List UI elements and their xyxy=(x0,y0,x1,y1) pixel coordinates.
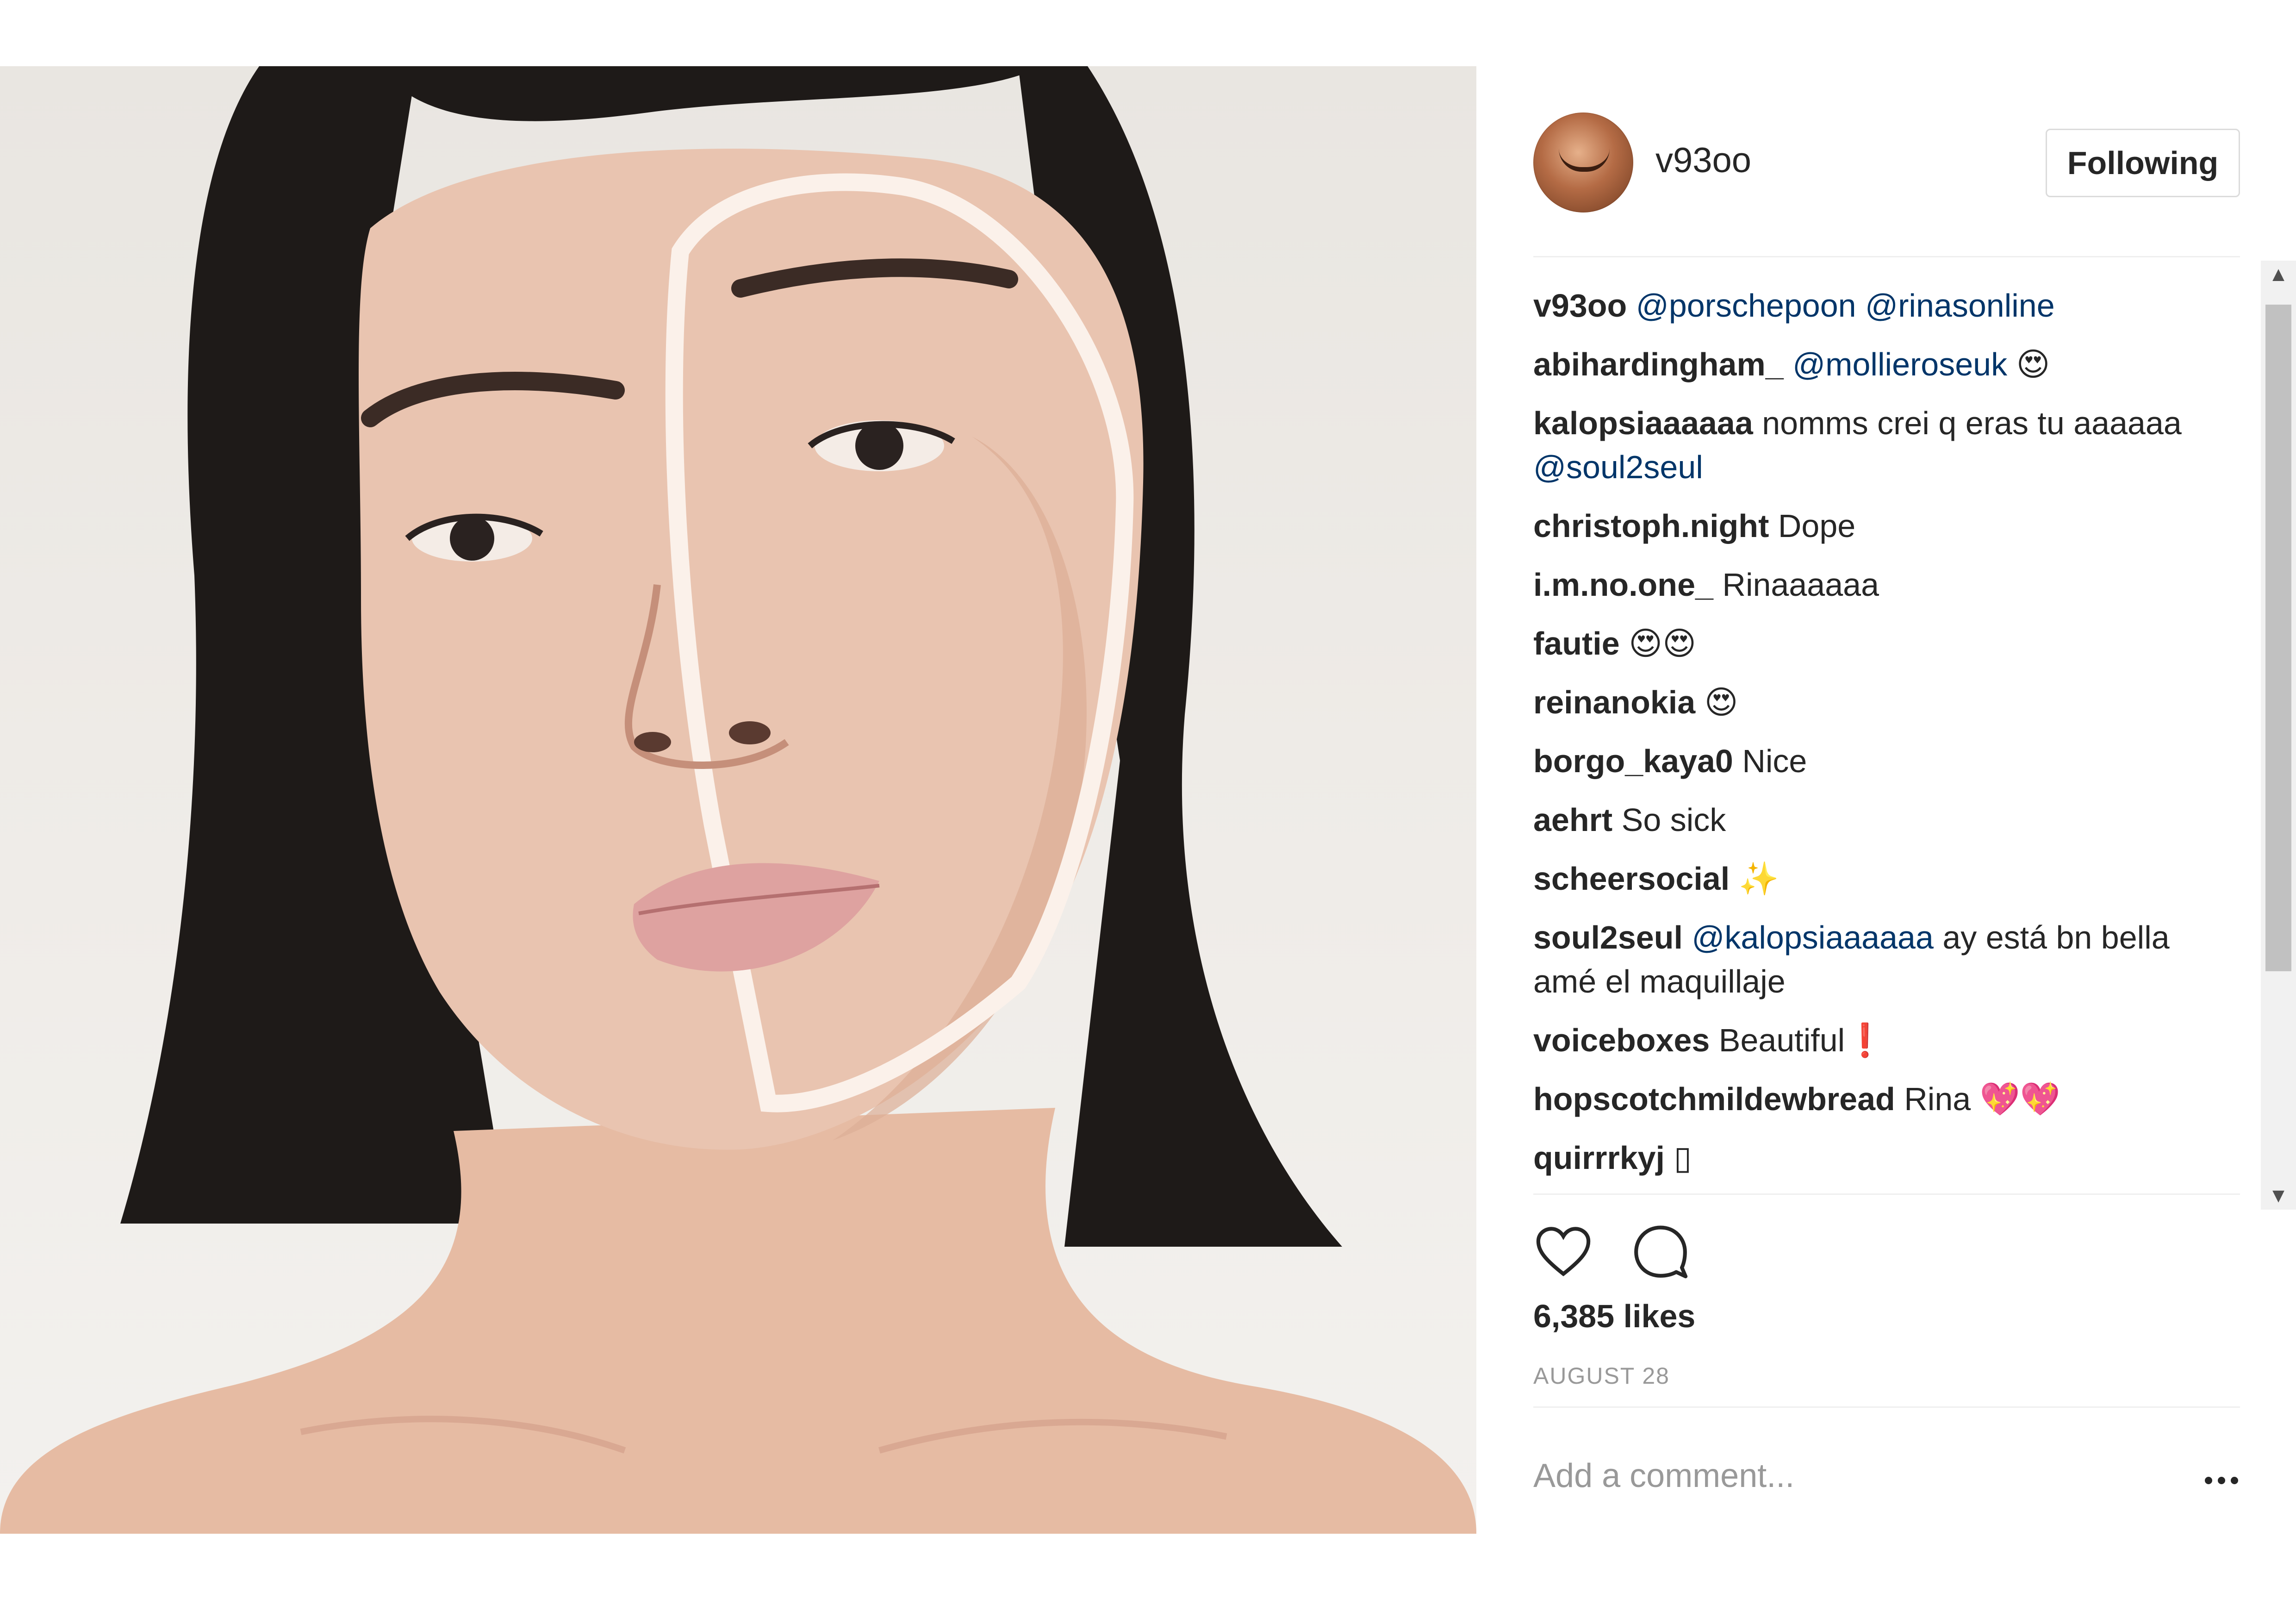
comment-username[interactable]: borgo_kaya0 xyxy=(1533,743,1733,779)
comment-text: 😍 xyxy=(2007,346,2050,382)
portrait-illustration xyxy=(0,66,1476,1534)
comment-text: ✨ xyxy=(1738,861,1779,897)
comment-text: 😍 xyxy=(1704,684,1738,720)
actions-divider xyxy=(1533,1193,2240,1195)
comment-row: fautie 😍😍 xyxy=(1533,622,2240,666)
scroll-thumb[interactable] xyxy=(2265,305,2291,971)
header-divider xyxy=(1533,256,2240,257)
more-options-icon[interactable] xyxy=(2203,1474,2240,1487)
comment-text: So sick xyxy=(1621,802,1726,838)
comment-username[interactable]: fautie xyxy=(1533,625,1620,662)
comment-text: Nice xyxy=(1742,743,1807,779)
comment-username[interactable]: soul2seul xyxy=(1533,919,1683,956)
comment-input-divider xyxy=(1533,1406,2240,1408)
comment-text: Beautiful❗ xyxy=(1718,1022,1885,1058)
comment-mention[interactable]: @mollieroseuk xyxy=(1792,346,2007,382)
comment-username[interactable]: aehrt xyxy=(1533,802,1612,838)
comment-username[interactable]: abihardingham_ xyxy=(1533,346,1784,382)
comment-row: voiceboxes Beautiful❗ xyxy=(1533,1018,2240,1062)
comment-mention[interactable]: @rinasonline xyxy=(1865,287,2055,324)
comment-bubble-icon[interactable] xyxy=(1630,1221,1691,1281)
post-header: v93oo Following xyxy=(1476,66,2296,256)
comment-text: Rina 💖💖 xyxy=(1904,1081,2060,1117)
comment-username[interactable]: scheersocial xyxy=(1533,861,1730,897)
comment-list: v93oo @porschepoon @rinasonline abihardin… xyxy=(1533,284,2240,1205)
comment-username[interactable]: voiceboxes xyxy=(1533,1022,1710,1058)
comment-text: nomms crei q eras tu aaaaaa xyxy=(1762,405,2182,441)
comment-text xyxy=(1856,287,1865,324)
like-count[interactable]: 6,385 likes xyxy=(1533,1298,1695,1335)
comment-input[interactable] xyxy=(1533,1450,2135,1501)
avatar[interactable] xyxy=(1533,112,1633,212)
comment-scrollbar[interactable]: ▲ ▼ xyxy=(2261,261,2296,1210)
heart-icon[interactable] xyxy=(1533,1221,1593,1281)
comment-mention[interactable]: @porschepoon xyxy=(1636,287,1856,324)
author-username[interactable]: v93oo xyxy=(1655,140,1751,181)
comment-username[interactable]: v93oo xyxy=(1533,287,1627,324)
comment-username[interactable]: kalopsiaaaaaa xyxy=(1533,405,1753,441)
comment-username[interactable]: christoph.night xyxy=(1533,508,1769,544)
comment-row: hopscotchmildewbread Rina 💖💖 xyxy=(1533,1077,2240,1121)
comment-row: kalopsiaaaaaa nomms crei q eras tu aaaaa… xyxy=(1533,401,2240,489)
comment-mention[interactable]: @kalopsiaaaaaa xyxy=(1692,919,1934,956)
comment-text: ▯ xyxy=(1674,1140,1692,1176)
comment-username[interactable]: reinanokia xyxy=(1533,684,1695,720)
scroll-up-arrow-icon[interactable]: ▲ xyxy=(2261,261,2296,288)
comment-text: 😍😍 xyxy=(1629,625,1697,662)
comment-username[interactable]: i.m.no.one_ xyxy=(1533,567,1713,603)
scroll-down-arrow-icon[interactable]: ▼ xyxy=(2261,1182,2296,1210)
comment-username[interactable]: quirrrkyj xyxy=(1533,1140,1665,1176)
post-photo[interactable] xyxy=(0,66,1476,1534)
comment-row: borgo_kaya0 Nice xyxy=(1533,739,2240,783)
comment-row: scheersocial ✨ xyxy=(1533,857,2240,901)
comment-row: soul2seul @kalopsiaaaaaa ay está bn bell… xyxy=(1533,916,2240,1004)
comment-username[interactable]: hopscotchmildewbread xyxy=(1533,1081,1895,1117)
comment-row: quirrrkyj ▯ xyxy=(1533,1136,2240,1180)
comment-row: christoph.night Dope xyxy=(1533,504,2240,548)
following-button[interactable]: Following xyxy=(2046,129,2240,197)
comment-row: v93oo @porschepoon @rinasonline xyxy=(1533,284,2240,328)
comment-row: abihardingham_ @mollieroseuk 😍 xyxy=(1533,343,2240,387)
post-date: AUGUST 28 xyxy=(1533,1363,1670,1389)
post-side-panel: v93oo Following v93oo @porschepoon @rina… xyxy=(1476,66,2296,1534)
comment-row: reinanokia 😍 xyxy=(1533,681,2240,725)
comment-mention[interactable]: @soul2seul xyxy=(1533,449,1703,485)
comment-row: i.m.no.one_ Rinaaaaaa xyxy=(1533,563,2240,607)
comment-text: Rinaaaaaa xyxy=(1722,567,1879,603)
comment-text: Dope xyxy=(1778,508,1856,544)
comment-row: aehrt So sick xyxy=(1533,798,2240,842)
